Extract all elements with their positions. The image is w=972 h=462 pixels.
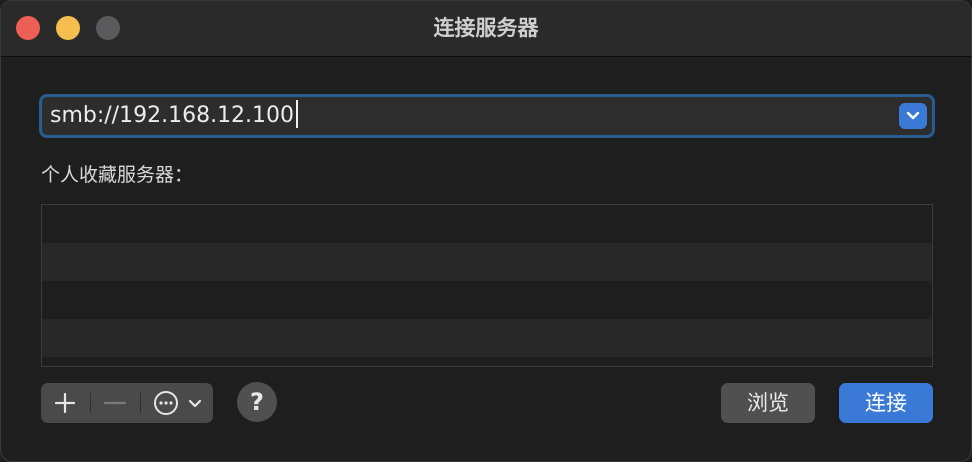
- actions-menu-button[interactable]: [141, 383, 213, 423]
- ellipsis-circle-icon: [154, 391, 202, 415]
- list-item[interactable]: [42, 281, 932, 319]
- minus-icon: [103, 401, 127, 405]
- favorite-servers-label: 个人收藏服务器：: [41, 164, 194, 186]
- window-title: 连接服务器: [433, 16, 539, 40]
- remove-favorite-button[interactable]: [91, 383, 139, 423]
- help-button[interactable]: ?: [237, 382, 277, 422]
- favorites-segmented-control: [41, 383, 213, 423]
- list-item[interactable]: [42, 205, 932, 243]
- history-dropdown-button[interactable]: [899, 103, 927, 129]
- plus-icon: [54, 392, 76, 414]
- connect-button[interactable]: 连接: [839, 383, 933, 423]
- browse-button[interactable]: 浏览: [721, 383, 815, 423]
- title-bar: 连接服务器: [1, 1, 971, 57]
- list-item[interactable]: [42, 319, 932, 357]
- chevron-down-icon: [906, 111, 920, 120]
- server-address-combobox[interactable]: smb://192.168.12.100: [39, 94, 935, 138]
- connect-to-server-window: 连接服务器 smb://192.168.12.100 个人收藏服务器： ? 浏览…: [0, 0, 972, 462]
- text-cursor: [296, 100, 299, 128]
- favorite-servers-list[interactable]: [41, 204, 933, 367]
- server-address-input[interactable]: smb://192.168.12.100: [50, 97, 299, 135]
- list-item[interactable]: [42, 243, 932, 281]
- add-favorite-button[interactable]: [41, 383, 89, 423]
